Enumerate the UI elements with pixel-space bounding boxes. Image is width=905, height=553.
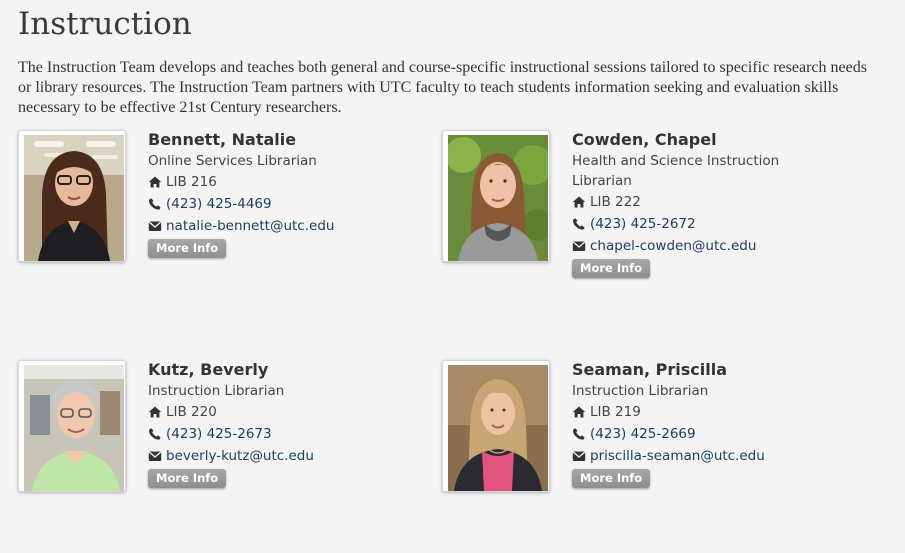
- phone-icon: [148, 197, 162, 211]
- staff-photo: [442, 130, 550, 262]
- staff-email: chapel-cowden@utc.edu: [572, 235, 822, 257]
- envelope-icon: [572, 449, 586, 463]
- staff-info: Kutz, Beverly Instruction Librarian LIB …: [148, 360, 398, 489]
- phone-icon: [572, 217, 586, 231]
- email-link[interactable]: priscilla-seaman@utc.edu: [590, 445, 765, 467]
- staff-info: Cowden, Chapel Health and Science Instru…: [572, 130, 822, 279]
- room-number: LIB 216: [166, 174, 217, 190]
- staff-room: LIB 216: [148, 171, 398, 193]
- staff-photo: [18, 130, 126, 262]
- staff-name: Seaman, Priscilla: [572, 360, 728, 379]
- email-link[interactable]: chapel-cowden@utc.edu: [590, 235, 756, 257]
- staff-info: Seaman, Priscilla Instruction Librarian …: [572, 360, 822, 489]
- staff-photo: [442, 360, 550, 492]
- staff-room: LIB 222: [572, 191, 822, 213]
- staff-name: Kutz, Beverly: [148, 360, 269, 379]
- portrait-image: [448, 365, 548, 491]
- staff-email: priscilla-seaman@utc.edu: [572, 445, 822, 467]
- room-number: LIB 220: [166, 404, 217, 420]
- staff-title: Online Services Librarian: [148, 153, 317, 169]
- staff-photo: [18, 360, 126, 492]
- envelope-icon: [572, 239, 586, 253]
- phone-icon: [148, 427, 162, 441]
- staff-name: Bennett, Natalie: [148, 130, 297, 149]
- portrait-image: [24, 365, 124, 491]
- staff-email: natalie-bennett@utc.edu: [148, 215, 398, 237]
- staff-email: beverly-kutz@utc.edu: [148, 445, 398, 467]
- portrait-image: [448, 135, 548, 261]
- more-info-button[interactable]: More Info: [572, 469, 651, 488]
- home-icon: [572, 405, 586, 419]
- home-icon: [572, 195, 586, 209]
- staff-room: LIB 220: [148, 401, 398, 423]
- home-icon: [148, 175, 162, 189]
- staff-card-cowden: Cowden, Chapel Health and Science Instru…: [442, 130, 822, 278]
- room-number: LIB 222: [590, 194, 641, 210]
- staff-phone: (423) 425-2673: [148, 423, 398, 445]
- room-number: LIB 219: [590, 404, 641, 420]
- email-link[interactable]: beverly-kutz@utc.edu: [166, 445, 314, 467]
- portrait-image: [24, 135, 124, 261]
- staff-title: Health and Science Instruction Librarian: [572, 153, 780, 189]
- phone-link[interactable]: (423) 425-2669: [590, 423, 696, 445]
- staff-card-kutz: Kutz, Beverly Instruction Librarian LIB …: [18, 360, 398, 500]
- staff-card-seaman: Seaman, Priscilla Instruction Librarian …: [442, 360, 822, 500]
- phone-icon: [572, 427, 586, 441]
- envelope-icon: [148, 219, 162, 233]
- staff-card-bennett: Bennett, Natalie Online Services Librari…: [18, 130, 398, 270]
- intro-paragraph: The Instruction Team develops and teache…: [18, 59, 867, 116]
- staff-phone: (423) 425-2672: [572, 213, 822, 235]
- staff-name: Cowden, Chapel: [572, 130, 717, 149]
- staff-phone: (423) 425-4469: [148, 193, 398, 215]
- staff-title: Instruction Librarian: [572, 383, 709, 399]
- more-info-button[interactable]: More Info: [572, 259, 651, 278]
- more-info-button[interactable]: More Info: [148, 239, 227, 258]
- more-info-button[interactable]: More Info: [148, 469, 227, 488]
- staff-info: Bennett, Natalie Online Services Librari…: [148, 130, 398, 259]
- staff-phone: (423) 425-2669: [572, 423, 822, 445]
- page-title: Instruction: [18, 6, 192, 42]
- phone-link[interactable]: (423) 425-2672: [590, 213, 696, 235]
- staff-title: Instruction Librarian: [148, 383, 285, 399]
- phone-link[interactable]: (423) 425-4469: [166, 193, 272, 215]
- email-link[interactable]: natalie-bennett@utc.edu: [166, 215, 334, 237]
- phone-link[interactable]: (423) 425-2673: [166, 423, 272, 445]
- staff-room: LIB 219: [572, 401, 822, 423]
- envelope-icon: [148, 449, 162, 463]
- home-icon: [148, 405, 162, 419]
